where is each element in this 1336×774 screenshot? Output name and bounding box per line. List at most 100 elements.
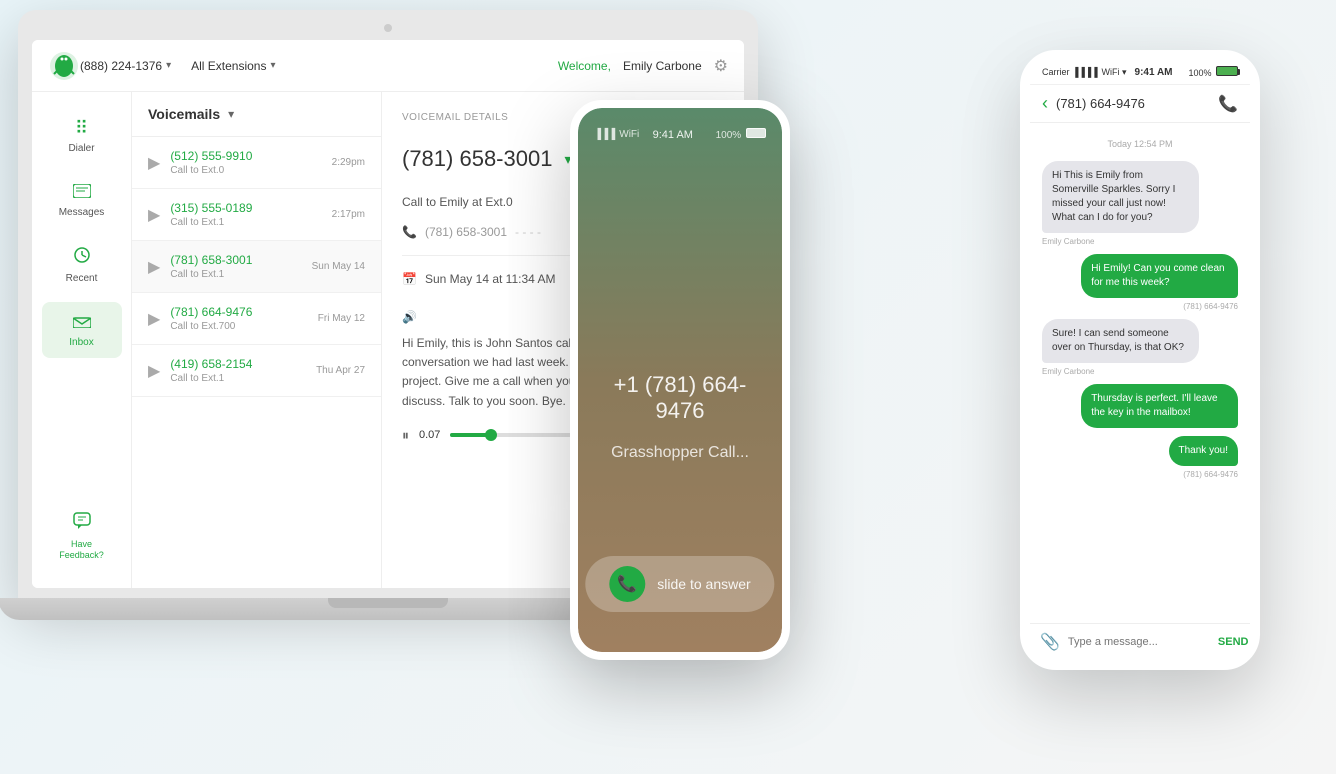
- voicemail-wave-icon: ▶: [148, 361, 160, 381]
- phone1: ▐▐▐ WiFi 9:41 AM 100% +1 (781) 664-9476 …: [570, 100, 790, 660]
- settings-icon[interactable]: ⚙: [714, 56, 728, 76]
- header-right: Welcome, Emily Carbone ⚙: [558, 56, 728, 76]
- message-bubble: Hi Emily! Can you come clean for me this…: [1081, 254, 1238, 298]
- message-bubble: Hi This is Emily from Somerville Sparkle…: [1042, 161, 1199, 233]
- incoming-number: +1 (781) 664-9476: [594, 372, 766, 424]
- contact-number: (781) 664-9476: [1056, 96, 1145, 111]
- signal-icon: ▐▐▐: [594, 129, 615, 140]
- message-sender: Emily Carbone: [1042, 237, 1094, 246]
- phone-selector[interactable]: (888) 224-1376 ▾: [80, 59, 171, 73]
- back-button[interactable]: ‹: [1042, 93, 1048, 114]
- vm-time: 2:29pm: [332, 157, 365, 168]
- vm-info: (781) 664-9476 Call to Ext.700: [170, 305, 307, 332]
- vm-info: (781) 658-3001 Call to Ext.1: [170, 253, 301, 280]
- voicemail-header: Voicemails ▾: [132, 92, 381, 137]
- message-input-bar: 📎 SEND: [1030, 623, 1250, 660]
- app-header: (888) 224-1376 ▾ All Extensions ▾ Welcom…: [32, 40, 744, 92]
- vm-info: (315) 555-0189 Call to Ext.1: [170, 201, 321, 228]
- extension-selector[interactable]: All Extensions ▾: [191, 59, 275, 73]
- battery-icon: 100%: [716, 128, 766, 141]
- voicemail-item-selected[interactable]: ▶ (781) 658-3001 Call to Ext.1 Sun May 1…: [132, 241, 381, 293]
- message-date: Today 12:54 PM: [1042, 139, 1238, 149]
- phone-meta-icon: 📞: [402, 225, 417, 239]
- laptop-notch: [328, 598, 448, 608]
- vm-time: Sun May 14: [312, 261, 365, 272]
- answer-phone-icon: 📞: [609, 566, 645, 602]
- voicemail-item[interactable]: ▶ (315) 555-0189 Call to Ext.1 2:17pm: [132, 189, 381, 241]
- dialer-label: Dialer: [68, 143, 94, 154]
- send-button[interactable]: SEND: [1218, 636, 1249, 648]
- voicemail-title: Voicemails: [148, 106, 220, 122]
- extensions-label: All Extensions: [191, 59, 266, 73]
- sidebar-item-recent[interactable]: Recent: [42, 236, 122, 294]
- phone1-screen: ▐▐▐ WiFi 9:41 AM 100% +1 (781) 664-9476 …: [578, 108, 782, 652]
- messages-label: Messages: [59, 207, 105, 218]
- sidebar-item-inbox[interactable]: Inbox: [42, 302, 122, 358]
- message-bubble: Sure! I can send someone over on Thursda…: [1042, 319, 1199, 363]
- vm-ext: Call to Ext.1: [170, 269, 301, 280]
- vm-phone: (512) 555-9910: [170, 149, 321, 163]
- voicemail-wave-icon: ▶: [148, 153, 160, 173]
- audio-thumb: [485, 429, 497, 441]
- feedback-label: HaveFeedback?: [59, 539, 104, 562]
- vm-ext: Call to Ext.1: [170, 373, 306, 384]
- sidebar-item-messages[interactable]: Messages: [42, 172, 122, 228]
- message-bubble: Thursday is perfect. I'll leave the key …: [1081, 384, 1238, 428]
- feedback-icon: [73, 512, 91, 535]
- voicemail-wave-icon: ▶: [148, 205, 160, 225]
- message-sender: (781) 664-9476: [1183, 302, 1238, 311]
- vm-phone: (315) 555-0189: [170, 201, 321, 215]
- phone2-screen: Carrier ▐▐▐▐ WiFi ▾ 9:41 AM 100% ‹ (781)…: [1030, 60, 1250, 660]
- voicemail-item[interactable]: ▶ (781) 664-9476 Call to Ext.700 Fri May…: [132, 293, 381, 345]
- voicemail-list: ▶ (512) 555-9910 Call to Ext.0 2:29pm ▶: [132, 137, 381, 588]
- user-name: Emily Carbone: [623, 59, 702, 73]
- vm-phone: (419) 658-2154: [170, 357, 306, 371]
- phone1-statusbar: ▐▐▐ WiFi 9:41 AM 100%: [594, 128, 766, 141]
- voicemail-sort-icon[interactable]: ▾: [228, 107, 234, 121]
- vm-time: Fri May 12: [318, 313, 365, 324]
- message-bubble: Thank you!: [1169, 436, 1238, 466]
- scene: (888) 224-1376 ▾ All Extensions ▾ Welcom…: [0, 0, 1336, 774]
- p2-call-icon[interactable]: 📞: [1218, 94, 1238, 114]
- laptop-camera: [384, 24, 392, 32]
- incoming-label: Grasshopper Call...: [611, 444, 749, 462]
- sidebar-item-dialer[interactable]: ⠿ Dialer: [42, 108, 122, 164]
- vm-ext: Call to Ext.0: [170, 165, 321, 176]
- message-sender: Emily Carbone: [1042, 367, 1094, 376]
- attach-icon[interactable]: 📎: [1040, 632, 1060, 652]
- phone-number: (888) 224-1376: [80, 59, 162, 73]
- p2-time: 9:41 AM: [1135, 67, 1173, 78]
- p2-wifi-icon: WiFi ▾: [1102, 67, 1127, 78]
- speaker-icon: 🔊: [402, 310, 417, 324]
- message-sender: (781) 664-9476: [1183, 470, 1238, 479]
- recent-label: Recent: [66, 273, 98, 284]
- phone1-time: 9:41 AM: [653, 129, 693, 141]
- audio-time: 0.07: [419, 429, 440, 441]
- vm-time: Thu Apr 27: [316, 365, 365, 376]
- vm-ext: Call to Ext.700: [170, 321, 307, 332]
- p2-carrier: Carrier ▐▐▐▐: [1042, 67, 1098, 77]
- pause-icon[interactable]: ⏸: [402, 427, 409, 444]
- wifi-icon: WiFi: [619, 129, 639, 140]
- vm-phone: (781) 658-3001: [170, 253, 301, 267]
- messages-list: Today 12:54 PM Hi This is Emily from Som…: [1030, 123, 1250, 623]
- feedback-button[interactable]: HaveFeedback?: [49, 502, 114, 572]
- phone-chevron-icon: ▾: [166, 60, 171, 71]
- voicemail-panel: Voicemails ▾ ▶ (512) 555-9910 Call to Ex…: [132, 92, 382, 588]
- calendar-icon: 📅: [402, 272, 417, 286]
- phone2-statusbar: Carrier ▐▐▐▐ WiFi ▾ 9:41 AM 100%: [1030, 60, 1250, 85]
- inbox-label: Inbox: [69, 337, 93, 348]
- audio-progress: [450, 433, 491, 437]
- detail-phone: (781) 658-3001: [425, 225, 507, 239]
- detail-date: Sun May 14 at 11:34 AM: [425, 272, 556, 286]
- phone2: Carrier ▐▐▐▐ WiFi ▾ 9:41 AM 100% ‹ (781)…: [1020, 50, 1260, 670]
- sidebar: ⠿ Dialer Messages: [32, 92, 132, 588]
- ext-chevron-icon: ▾: [270, 60, 275, 71]
- message-input[interactable]: [1068, 636, 1210, 648]
- slide-to-answer[interactable]: 📞 slide to answer: [585, 556, 774, 612]
- voicemail-item[interactable]: ▶ (419) 658-2154 Call to Ext.1 Thu Apr 2…: [132, 345, 381, 397]
- grasshopper-logo-icon: [48, 50, 80, 82]
- voicemail-wave-icon: ▶: [148, 309, 160, 329]
- detail-dashes: - - - -: [515, 225, 541, 239]
- voicemail-item[interactable]: ▶ (512) 555-9910 Call to Ext.0 2:29pm: [132, 137, 381, 189]
